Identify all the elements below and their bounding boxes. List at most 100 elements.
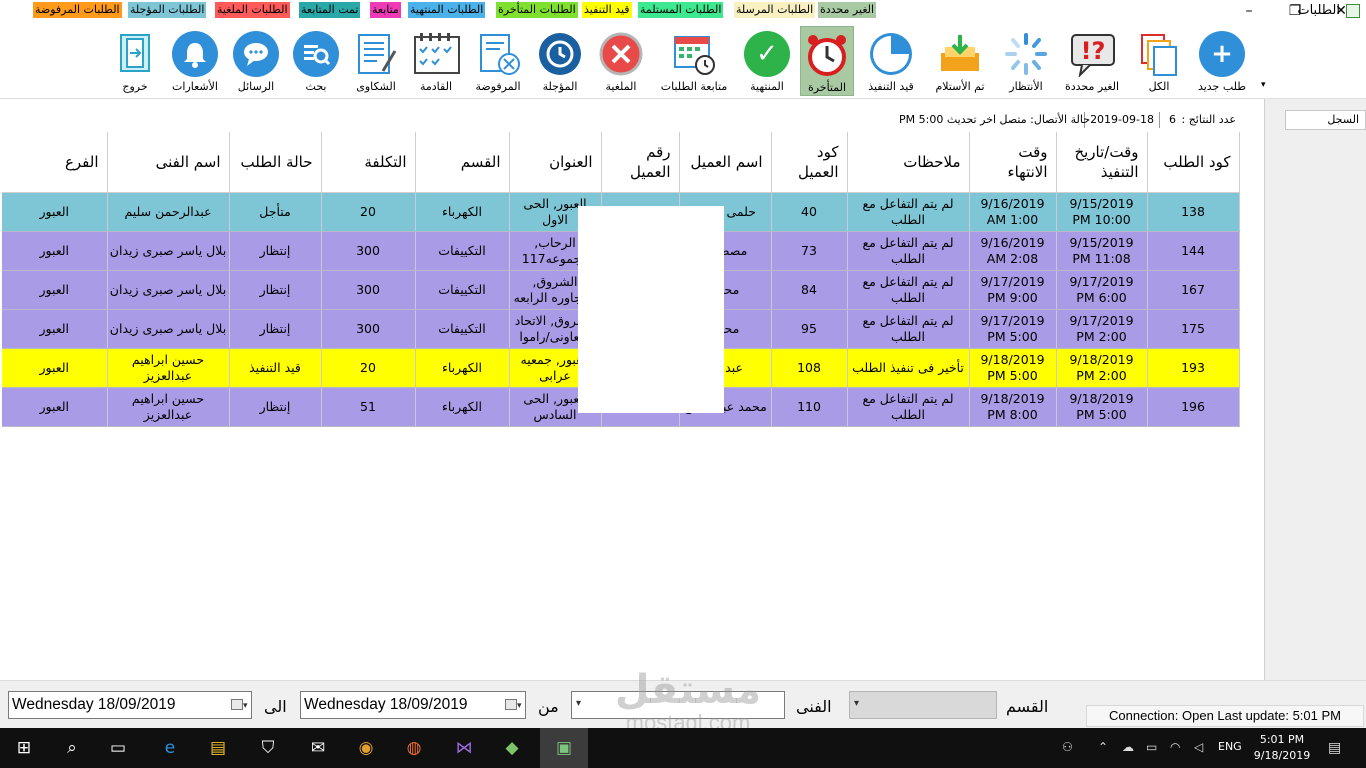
legend-item: الطلبات المرفوضة	[33, 2, 122, 18]
column-header[interactable]: وقت/تاريخ التنفيذ	[1056, 132, 1148, 193]
received-button[interactable]: تم الأستلام	[928, 26, 992, 96]
department-select[interactable]: ▾	[849, 691, 997, 719]
language-indicator[interactable]: ENG	[1218, 740, 1242, 753]
legend-item: الطلبات المنتهية	[408, 2, 486, 18]
table-cell: حسين ابراهيم عبدالعزيز	[107, 387, 230, 427]
search-icon	[293, 31, 339, 77]
svg-text:?!: ?!	[1081, 37, 1106, 65]
table-cell: الكهرباء	[415, 192, 510, 232]
table-cell: العبور	[2, 192, 108, 232]
complaints-button[interactable]: الشكاوى	[348, 26, 404, 96]
rejected-button[interactable]: المرفوضة	[468, 26, 528, 96]
visual-studio-icon[interactable]: ⋈	[452, 736, 476, 760]
bell-icon	[172, 31, 218, 77]
calendar-clock-icon	[670, 30, 718, 78]
exit-button[interactable]: خروج	[108, 26, 162, 96]
table-cell: 167	[1147, 270, 1240, 310]
table-cell: 9/15/2019 10:00 PM	[1056, 192, 1148, 232]
loading-spinner-icon	[1002, 30, 1050, 78]
stack-pages-icon	[1135, 30, 1183, 78]
follow-up-button[interactable]: متابعة الطلبات	[654, 26, 734, 96]
android-studio-icon[interactable]: ◆	[500, 736, 524, 760]
chrome-icon[interactable]: ◉	[354, 736, 378, 760]
close-button[interactable]: ✕	[1318, 0, 1364, 24]
column-header[interactable]: الفرع	[2, 132, 108, 193]
column-header[interactable]: وقت الانتهاء	[969, 132, 1057, 193]
table-cell: بلال ياسر صبرى زيدان	[107, 231, 230, 271]
history-clock-icon	[536, 30, 584, 78]
waiting-button[interactable]: الأنتظار	[998, 26, 1054, 96]
table-cell: 9/18/2019 5:00 PM	[1056, 387, 1148, 427]
tray-expand-icon[interactable]: ⌃	[1098, 740, 1108, 754]
table-cell: 9/16/2019 1:00 AM	[969, 192, 1057, 232]
notification-center-icon[interactable]: ▤	[1328, 740, 1341, 756]
wifi-icon[interactable]: ◠	[1170, 740, 1180, 754]
result-count-label: عدد النتائج :	[1181, 113, 1237, 126]
table-cell: 300	[321, 231, 416, 271]
messages-button[interactable]: الرسائل	[228, 26, 284, 96]
legend-item: متابعة	[370, 2, 401, 18]
column-header[interactable]: اسم الفنى	[107, 132, 230, 193]
table-cell: حسين ابراهيم عبدالعزيز	[107, 348, 230, 388]
search-button[interactable]: بحث	[288, 26, 344, 96]
redaction-box	[578, 206, 724, 413]
people-icon[interactable]: ⚇	[1062, 740, 1073, 754]
battery-icon[interactable]: ▭	[1146, 740, 1157, 754]
store-icon[interactable]: ⛉	[256, 736, 280, 760]
undefined-requests-button[interactable]: ?! الغير محددة	[1059, 26, 1125, 96]
table-cell: 9/18/2019 8:00 PM	[969, 387, 1057, 427]
finished-button[interactable]: ✓ المنتهية	[738, 26, 796, 96]
edge-icon[interactable]: e	[158, 736, 182, 760]
task-view-icon[interactable]: ▭	[106, 736, 130, 760]
column-header[interactable]: رقم العميل	[601, 132, 680, 193]
postponed-button[interactable]: المؤجلة	[532, 26, 588, 96]
requests-app-icon[interactable]: ▣	[540, 728, 588, 768]
calendar-icon	[505, 699, 517, 710]
firefox-icon[interactable]: ◍	[402, 736, 426, 760]
start-icon[interactable]: ⊞	[12, 736, 36, 760]
table-cell: العبور	[2, 309, 108, 349]
grid-header-row: كود الطلب وقت/تاريخ التنفيذ وقت الانتهاء…	[2, 132, 1240, 193]
column-header[interactable]: حالة الطلب	[229, 132, 322, 193]
pie-progress-icon	[867, 30, 915, 78]
column-header[interactable]: العنوان	[509, 132, 602, 193]
column-header[interactable]: القسم	[415, 132, 510, 193]
date-to-picker[interactable]: Wednesday 18/09/2019 ▾	[8, 691, 252, 719]
date-from-value: Wednesday 18/09/2019	[304, 696, 468, 713]
file-explorer-icon[interactable]: ▤	[206, 736, 230, 760]
date-from-picker[interactable]: Wednesday 18/09/2019 ▾	[300, 691, 526, 719]
maximize-button[interactable]: ❐	[1272, 0, 1318, 24]
calendar-checks-icon	[412, 30, 460, 78]
volume-icon[interactable]: ◁	[1194, 740, 1203, 754]
clock[interactable]: 5:01 PM 9/18/2019	[1250, 732, 1314, 764]
column-header[interactable]: كود العميل	[771, 132, 848, 193]
column-header[interactable]: ملاحظات	[847, 132, 970, 193]
table-cell: بلال ياسر صبرى زيدان	[107, 309, 230, 349]
onedrive-icon[interactable]: ☁	[1122, 740, 1134, 754]
table-cell: الكهرباء	[415, 348, 510, 388]
table-cell: عبدالرحمن سليم	[107, 192, 230, 232]
notifications-button[interactable]: الأشعارات	[166, 26, 224, 96]
late-requests-button[interactable]: المتأخرة	[800, 26, 854, 96]
column-header[interactable]: كود الطلب	[1147, 132, 1240, 193]
toolbar-overflow-button[interactable]: ▾	[1261, 80, 1266, 90]
search-icon[interactable]: ⌕	[60, 736, 84, 760]
table-cell: إنتظار	[229, 387, 322, 427]
complaint-document-icon	[352, 30, 400, 78]
table-cell: 51	[321, 387, 416, 427]
new-request-button[interactable]: + طلب جديد	[1193, 26, 1251, 96]
table-cell: 9/15/2019 11:08 PM	[1056, 231, 1148, 271]
table-cell: 84	[771, 270, 848, 310]
plus-icon: +	[1199, 31, 1245, 77]
mail-icon[interactable]: ✉	[306, 736, 330, 760]
minimize-button[interactable]: –	[1226, 0, 1272, 24]
column-header[interactable]: التكلفة	[321, 132, 416, 193]
technician-select[interactable]: ▾	[571, 691, 785, 719]
log-field[interactable]: السجل	[1285, 110, 1366, 130]
table-cell: 9/18/2019 2:00 PM	[1056, 348, 1148, 388]
upcoming-button[interactable]: القادمة	[408, 26, 464, 96]
all-button[interactable]: الكل	[1131, 26, 1187, 96]
column-header[interactable]: اسم العميل	[679, 132, 772, 193]
in-progress-button[interactable]: قيد التنفيذ	[859, 26, 923, 96]
cancelled-button[interactable]: الملغية	[593, 26, 649, 96]
